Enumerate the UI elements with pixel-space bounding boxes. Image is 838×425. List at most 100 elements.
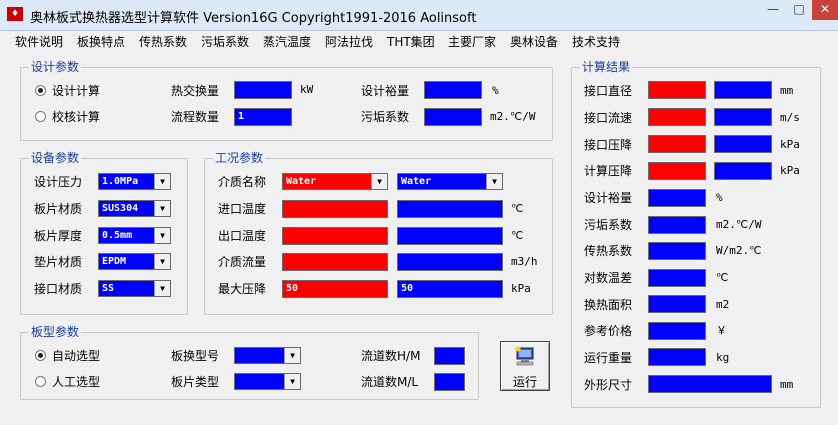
radio-auto-select-label: 自动选型 [52,349,101,363]
chevron-down-icon[interactable]: ▼ [371,174,387,189]
menu-item-manufacturers[interactable]: 主要厂家 [448,33,496,50]
equipment-label: 板片材质 [34,202,83,216]
max-pdrop-label: 最大压降 [218,282,267,296]
channels-ml-input[interactable] [434,373,465,391]
select-value: 1.0MPa [102,176,139,187]
result-port-diameter-cold [714,81,772,99]
cold-medium-select[interactable]: Water ▼ [397,173,503,190]
chevron-down-icon[interactable]: ▼ [284,348,300,363]
run-button-label: 运行 [512,375,537,389]
fouling-unit: m2.℃/W [490,110,536,123]
chevron-down-icon[interactable]: ▼ [284,374,300,389]
fouling-label: 污垢系数 [361,110,410,124]
menu-item-fouling[interactable]: 污垢系数 [201,33,249,50]
chevron-down-icon[interactable]: ▼ [154,174,170,189]
menu-item-heat-transfer[interactable]: 传热系数 [139,33,187,50]
select-value: Water [401,176,432,187]
hot-outlet-temp-input[interactable] [282,227,388,245]
radio-auto-select[interactable] [35,350,46,361]
fouling-input[interactable] [424,108,482,126]
result-label: 计算压降 [584,164,633,178]
result-port-velocity-cold [714,108,772,126]
flows-input[interactable]: 1 [234,108,292,126]
gasket-material-select[interactable]: EPDM ▼ [98,253,171,270]
hot-medium-select[interactable]: Water ▼ [282,173,388,190]
chevron-down-icon[interactable]: ▼ [154,201,170,216]
result-label: 接口流速 [584,111,633,125]
chevron-down-icon[interactable]: ▼ [486,174,502,189]
plate-type-select[interactable]: ▼ [234,373,301,390]
result-port-diameter-hot [648,81,706,99]
result-unit: W/m2.℃ [716,244,762,257]
result-unit: kPa [780,164,800,177]
result-price [648,322,706,340]
radio-check-calc[interactable] [35,111,46,122]
result-label: 接口压降 [584,138,633,152]
port-material-select[interactable]: SS ▼ [98,280,171,297]
result-unit: m2 [716,298,730,311]
menu-item-software-info[interactable]: 软件说明 [15,33,63,50]
radio-manual-select[interactable] [35,376,46,387]
heat-exchange-input[interactable] [234,81,292,99]
menu-item-features[interactable]: 板换特点 [77,33,125,50]
result-label: 运行重量 [584,351,633,365]
result-unit: kg [716,351,730,364]
chevron-down-icon[interactable]: ▼ [154,254,170,269]
channels-hm-label: 流道数H/M [361,349,421,363]
flows-label: 流程数量 [171,110,220,124]
computer-icon [515,346,534,366]
result-port-pdrop-hot [648,135,706,153]
radio-design-calc[interactable] [35,85,46,96]
design-pressure-select[interactable]: 1.0MPa ▼ [98,173,171,190]
channels-ml-label: 流道数M/L [361,375,419,389]
plate-thickness-select[interactable]: 0.5mm ▼ [98,227,171,244]
medium-label: 介质名称 [218,175,267,189]
pdrop-unit: kPa [511,282,531,295]
chevron-down-icon[interactable]: ▼ [154,228,170,243]
design-margin-label: 设计裕量 [361,84,410,98]
menu-item-alfa-laval[interactable]: 阿法拉伐 [325,33,373,50]
result-design-margin [648,189,706,207]
model-label: 板换型号 [171,349,220,363]
result-area [648,295,706,313]
cold-flow-input[interactable] [397,253,503,271]
design-params-group: 设计参数 [20,60,553,141]
run-button[interactable]: 运行 [500,341,550,391]
hot-inlet-temp-input[interactable] [282,200,388,218]
select-value: Water [286,176,317,187]
result-weight [648,348,706,366]
outlet-temp-label: 出口温度 [218,229,267,243]
equipment-label: 设计压力 [34,175,83,189]
chevron-down-icon[interactable]: ▼ [154,281,170,296]
group-title: 设计参数 [29,60,82,74]
design-margin-input[interactable] [424,81,482,99]
equipment-label: 板片厚度 [34,229,83,243]
hot-pdrop-input[interactable]: 50 [282,280,388,298]
cold-inlet-temp-input[interactable] [397,200,503,218]
inlet-temp-label: 进口温度 [218,202,267,216]
result-label: 污垢系数 [584,218,633,232]
cold-outlet-temp-input[interactable] [397,227,503,245]
group-title: 板型参数 [29,325,82,339]
channels-hm-input[interactable] [434,347,465,365]
hot-flow-input[interactable] [282,253,388,271]
plate-material-select[interactable]: SUS304 ▼ [98,200,171,217]
app-icon: ♦ [7,7,23,21]
select-value: EPDM [102,256,127,267]
result-calc-pdrop-cold [714,162,772,180]
title-bar: ♦ 奥林板式换热器选型计算软件 Version16G Copyright1991… [0,0,838,31]
menu-item-support[interactable]: 技术支持 [572,33,620,50]
maximize-button[interactable]: □ [786,0,812,20]
model-select[interactable]: ▼ [234,347,301,364]
equipment-label: 接口材质 [34,282,83,296]
result-label: 外形尺寸 [584,378,633,392]
result-label: 传热系数 [584,244,633,258]
result-lmtd [648,269,706,287]
cold-pdrop-input[interactable]: 50 [397,280,503,298]
close-button[interactable]: ✕ [812,0,838,20]
result-port-velocity-hot [648,108,706,126]
minimize-button[interactable]: — [760,0,786,20]
menu-item-tht[interactable]: THT集团 [387,33,435,50]
menu-item-steam-temp[interactable]: 蒸汽温度 [263,33,311,50]
menu-item-aolin-equipment[interactable]: 奥林设备 [510,33,558,50]
